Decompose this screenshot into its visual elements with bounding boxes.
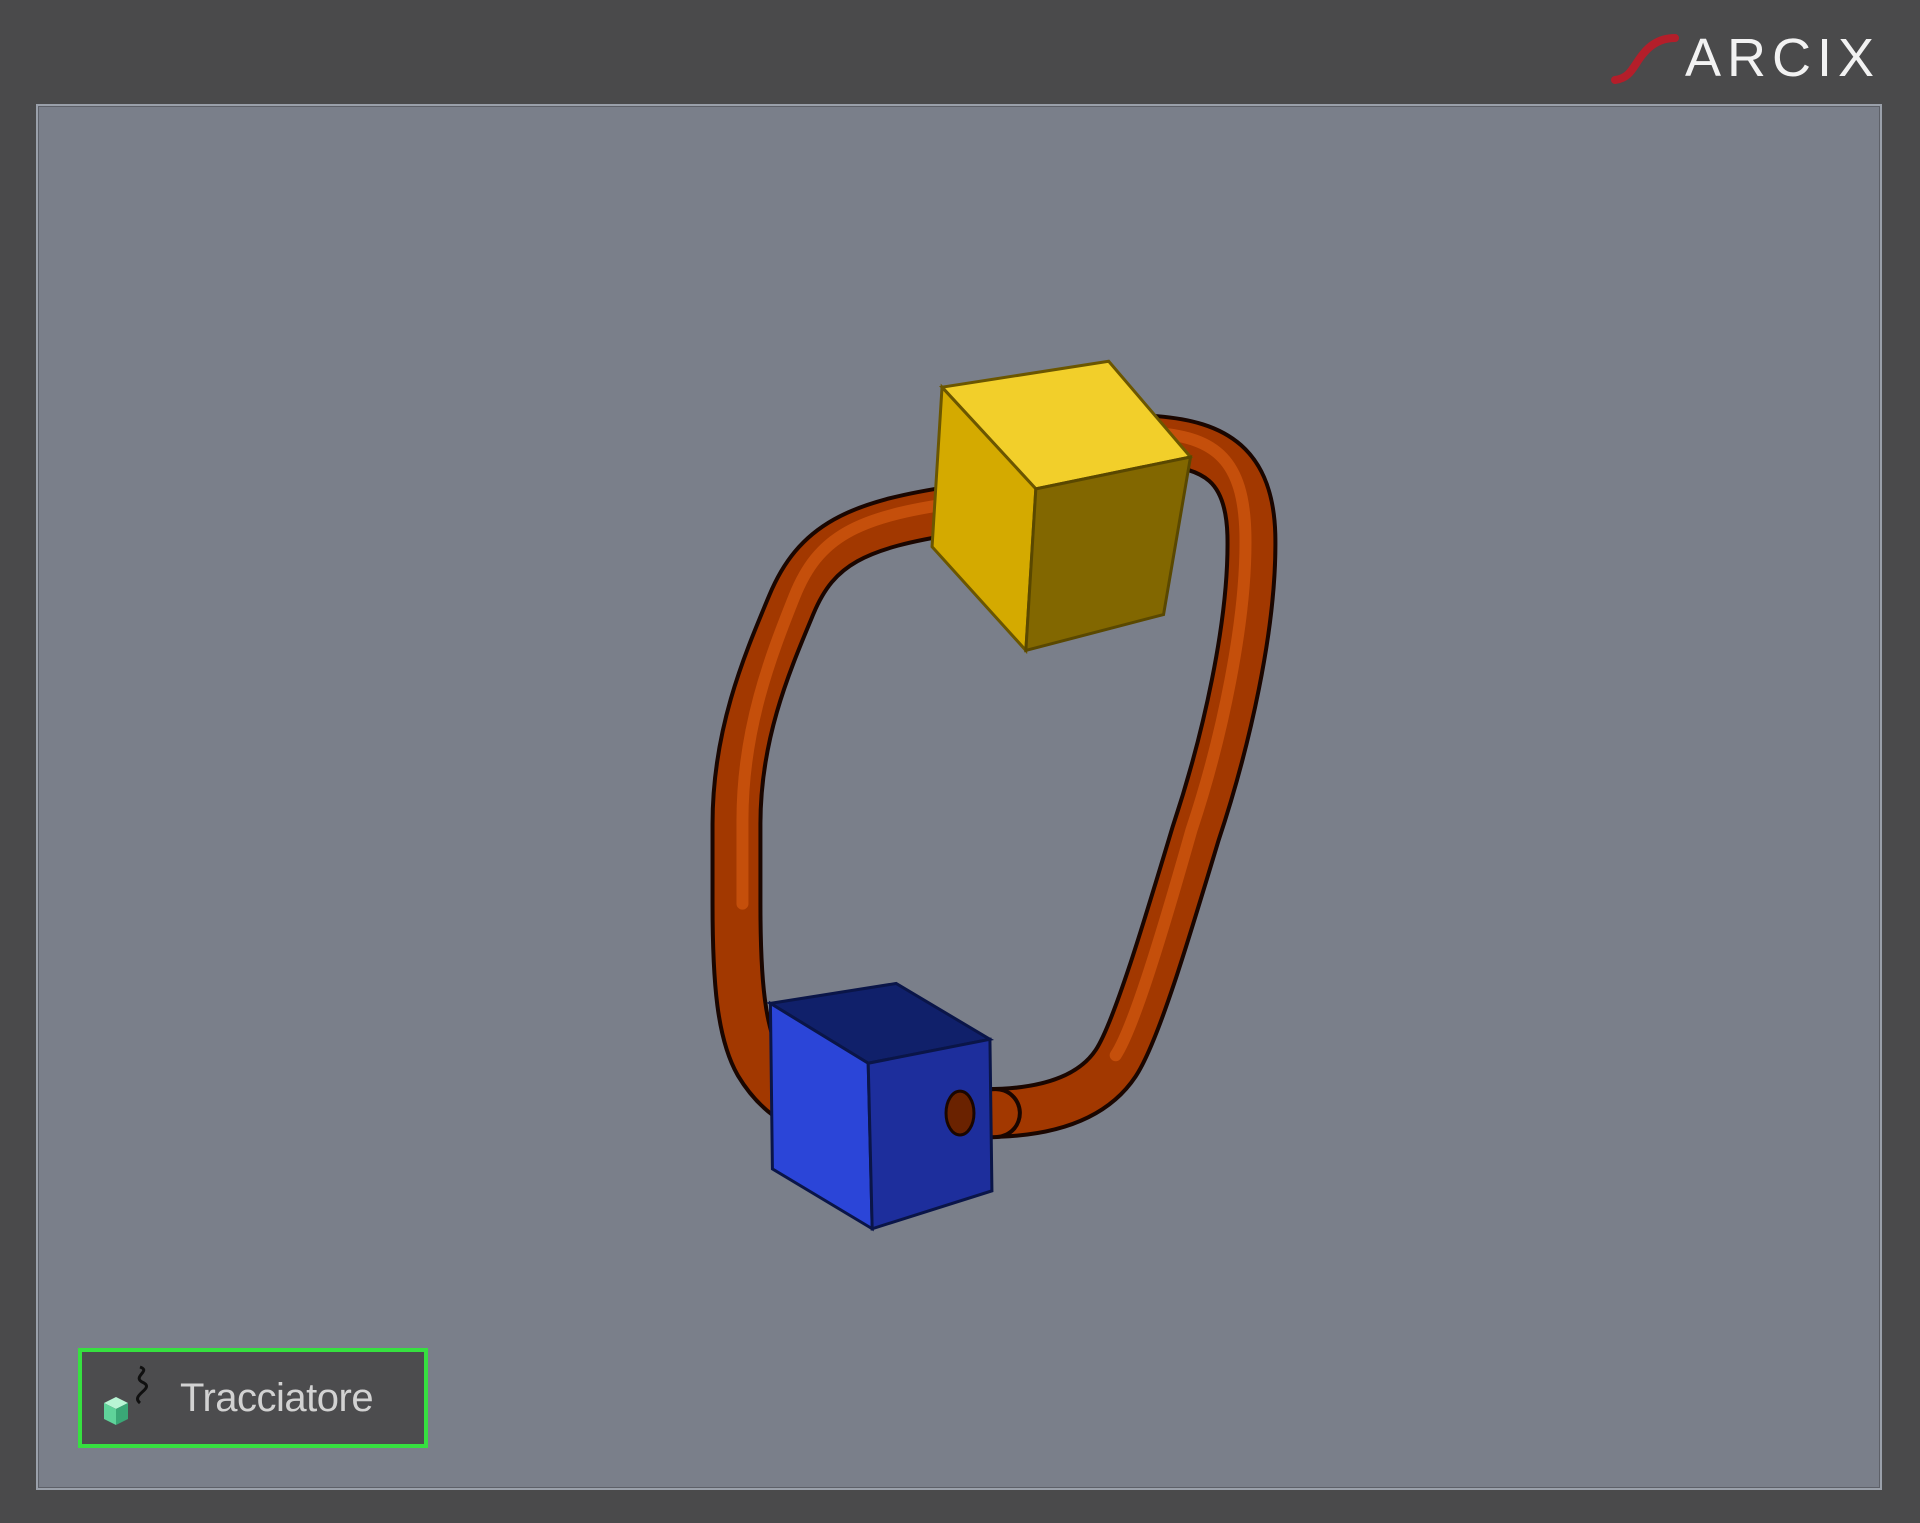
yellow-cube[interactable] [930,359,1194,655]
app-window: ARCIX Tracciatore [0,0,1920,1523]
tracker-button[interactable]: Tracciatore [78,1348,428,1448]
brand-swoosh-icon [1610,34,1679,84]
tracker-button-label: Tracciatore [180,1375,374,1420]
tracker-cube-icon [104,1365,148,1425]
3d-scene[interactable] [38,106,1880,1488]
tube-end-cap [944,1089,976,1137]
brand-logo: ARCIX [1609,28,1880,88]
3d-viewport[interactable]: Tracciatore [36,104,1882,1490]
brand-name: ARCIX [1684,28,1880,88]
